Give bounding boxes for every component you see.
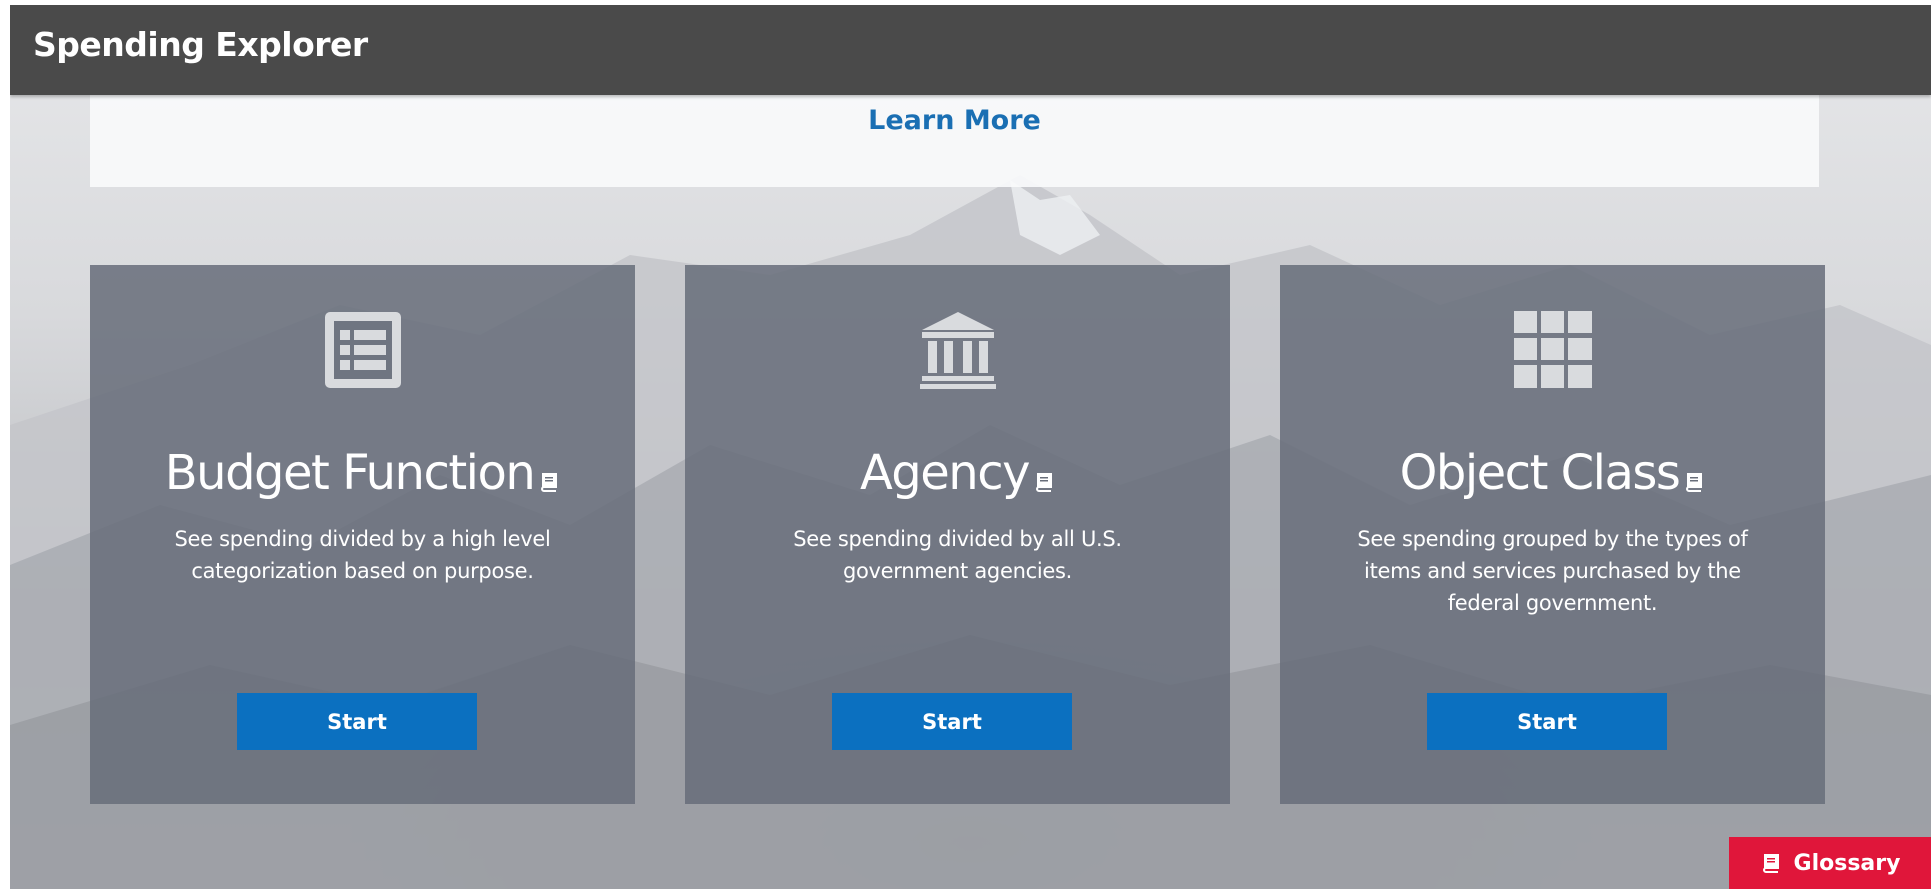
card-title: Budget Function [90, 443, 635, 507]
card-title: Object Class [1280, 443, 1825, 507]
start-button-object-class[interactable]: Start [1427, 693, 1667, 750]
glossary-book-icon[interactable] [1683, 447, 1705, 507]
card-object-class: Object Class See spending grouped by the… [1280, 265, 1825, 804]
glossary-book-icon[interactable] [538, 447, 560, 507]
page-title: Spending Explorer [33, 25, 368, 64]
card-description: See spending grouped by the types of ite… [1357, 527, 1748, 615]
glossary-label: Glossary [1793, 850, 1901, 876]
card-title: Agency [685, 443, 1230, 507]
card-budget-function: Budget Function See spending divided by … [90, 265, 635, 804]
intro-panel: Learn More [90, 95, 1819, 187]
card-description: See spending divided by all U.S. governm… [793, 527, 1122, 583]
card-agency: Agency See spending divided by all U.S. … [685, 265, 1230, 804]
government-building-icon [919, 312, 996, 389]
glossary-button[interactable]: Glossary [1729, 837, 1931, 889]
list-document-icon [324, 312, 401, 388]
card-description: See spending divided by a high level cat… [174, 527, 551, 583]
app-header: Spending Explorer [10, 5, 1931, 95]
start-button-budget-function[interactable]: Start [237, 693, 477, 750]
book-icon [1762, 854, 1779, 873]
learn-more-link[interactable]: Learn More [90, 105, 1819, 136]
glossary-book-icon[interactable] [1033, 447, 1055, 507]
grid-icon [1513, 311, 1592, 388]
page-viewport: Spending Explorer Learn More Budget Func… [10, 5, 1931, 889]
start-button-agency[interactable]: Start [832, 693, 1072, 750]
